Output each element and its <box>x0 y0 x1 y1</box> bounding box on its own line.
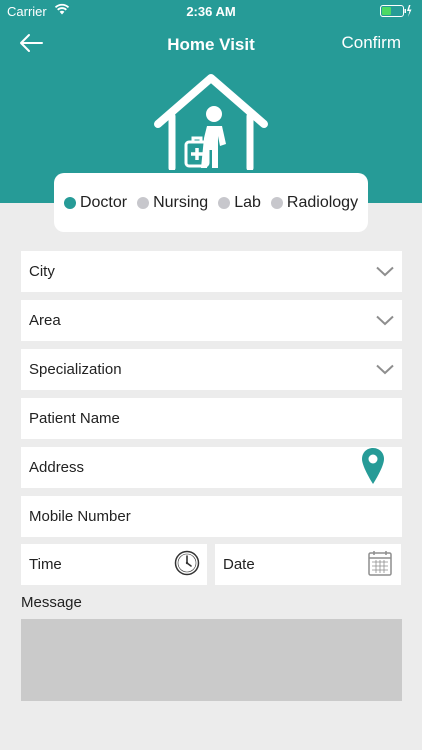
specialization-placeholder: Specialization <box>29 361 122 378</box>
message-textarea[interactable] <box>21 619 402 701</box>
chevron-down-icon <box>376 361 394 378</box>
visit-type-selector: Doctor Nursing Lab Radiology <box>54 173 368 232</box>
radio-selected-icon <box>63 196 76 209</box>
specialization-dropdown[interactable]: Specialization <box>21 349 402 390</box>
patient-name-input[interactable]: Patient Name <box>21 398 402 439</box>
visit-type-label: Lab <box>234 193 261 211</box>
time-picker[interactable]: Time <box>21 544 207 585</box>
mobile-number-placeholder: Mobile Number <box>29 508 131 525</box>
clock-icon <box>174 550 200 580</box>
visit-type-radiology[interactable]: Radiology <box>270 193 359 212</box>
visit-type-lab[interactable]: Lab <box>218 194 261 212</box>
visit-type-nursing[interactable]: Nursing <box>137 194 208 212</box>
clock-time: 2:36 AM <box>186 4 236 19</box>
calendar-icon <box>368 550 392 580</box>
visit-type-label: Radiology <box>286 193 359 211</box>
radio-unselected-icon <box>270 196 283 209</box>
confirm-button[interactable]: Confirm <box>341 33 401 53</box>
city-dropdown[interactable]: City <box>21 251 402 292</box>
location-pin-icon[interactable] <box>361 447 385 489</box>
chevron-down-icon <box>376 312 394 329</box>
area-dropdown[interactable]: Area <box>21 300 402 341</box>
mobile-number-input[interactable]: Mobile Number <box>21 496 402 537</box>
visit-type-doctor[interactable]: Doctor <box>63 193 128 212</box>
date-placeholder: Date <box>223 556 255 573</box>
battery-icon <box>380 4 412 18</box>
visit-type-label: Nursing <box>153 193 209 211</box>
address-placeholder: Address <box>29 459 85 476</box>
patient-name-placeholder: Patient Name <box>29 410 120 427</box>
visit-type-label: Doctor <box>79 193 128 211</box>
navigation-bar: Home Visit Confirm <box>0 26 422 62</box>
radio-unselected-icon <box>218 196 231 209</box>
chevron-down-icon <box>376 263 394 280</box>
date-picker[interactable]: Date <box>215 544 401 585</box>
city-placeholder: City <box>29 263 55 280</box>
radio-unselected-icon <box>137 196 150 209</box>
message-label: Message <box>21 594 82 611</box>
home-visit-doctor-icon <box>152 72 270 172</box>
address-input[interactable]: Address <box>21 447 402 488</box>
time-placeholder: Time <box>29 556 62 573</box>
status-bar: Carrier 2:36 AM <box>0 0 422 22</box>
area-placeholder: Area <box>29 312 61 329</box>
